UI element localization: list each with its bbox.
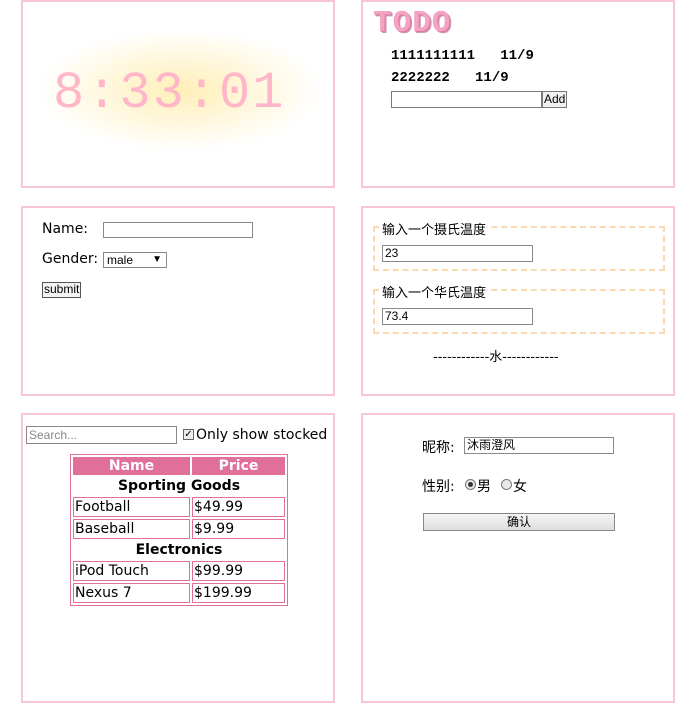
celsius-input[interactable]: 23 (382, 245, 533, 262)
user-form-panel: Name: Gender: male ▼ submit (21, 206, 335, 396)
column-header-name: Name (73, 457, 191, 475)
category-row: Electronics (73, 541, 285, 559)
table-row: Football $49.99 (73, 497, 285, 517)
chevron-down-icon: ▼ (152, 254, 162, 265)
todo-item-text: 1111111111 (391, 48, 476, 64)
stocked-checkbox[interactable]: ✓ (183, 429, 194, 440)
stocked-label: Only show stocked (196, 427, 328, 443)
nickname-input[interactable]: 沐雨澄风 (464, 437, 614, 454)
product-price: $99.99 (192, 561, 285, 581)
table-row: Nexus 7 $199.99 (73, 583, 285, 603)
table-header-row: Name Price (73, 457, 285, 475)
gender-label: Gender: (42, 251, 99, 267)
product-name: Nexus 7 (73, 583, 191, 603)
product-price: $9.99 (192, 519, 285, 539)
confirm-button[interactable]: 确认 (423, 513, 615, 531)
gender-label: 性别: (422, 479, 455, 495)
product-table: Name Price Sporting Goods Football $49.9… (70, 454, 288, 606)
todo-item: 2222222 11/9 (391, 70, 509, 86)
category-row: Sporting Goods (73, 477, 285, 495)
search-input[interactable]: Search... (26, 426, 177, 444)
fahrenheit-input[interactable]: 73.4 (382, 308, 533, 325)
category-label: Electronics (135, 542, 223, 558)
product-name: Baseball (73, 519, 191, 539)
celsius-fieldset: 输入一个摄氏温度 23 (373, 219, 665, 271)
todo-panel: TODO 1111111111 11/9 2222222 11/9 Add (361, 0, 675, 188)
clock-panel: 8:33:01 (21, 0, 335, 188)
profile-panel: 昵称: 沐雨澄风 性别: 男 女 确认 (361, 413, 675, 703)
product-price: $199.99 (192, 583, 285, 603)
temperature-panel: 输入一个摄氏温度 23 输入一个华氏温度 73.4 ------------水-… (361, 206, 675, 396)
category-label: Sporting Goods (117, 478, 241, 494)
table-row: iPod Touch $99.99 (73, 561, 285, 581)
todo-item-date: 11/9 (475, 70, 509, 86)
todo-item: 1111111111 11/9 (391, 48, 534, 64)
gender-radio-male[interactable] (465, 479, 476, 490)
product-name: Football (73, 497, 191, 517)
todo-item-date: 11/9 (500, 48, 534, 64)
gender-option-female: 女 (513, 479, 527, 495)
column-header-price: Price (192, 457, 285, 475)
boiling-verdict: ------------水------------ (433, 350, 559, 365)
submit-button[interactable]: submit (42, 282, 82, 298)
product-table-panel: Search... ✓ Only show stocked Name Price… (21, 413, 335, 703)
gender-selected-value: male (107, 253, 134, 267)
fahrenheit-legend: 输入一个华氏温度 (381, 282, 488, 301)
gender-option-male: 男 (477, 479, 491, 495)
name-label: Name: (42, 221, 89, 237)
gender-select[interactable]: male ▼ (103, 252, 167, 268)
gender-radio-female[interactable] (501, 479, 512, 490)
product-price: $49.99 (192, 497, 285, 517)
todo-title: TODO (373, 6, 452, 41)
product-name: iPod Touch (73, 561, 191, 581)
table-row: Baseball $9.99 (73, 519, 285, 539)
clock-time: 8:33:01 (53, 64, 286, 123)
todo-item-text: 2222222 (391, 70, 450, 86)
name-input[interactable] (103, 222, 253, 238)
nickname-label: 昵称: (422, 440, 455, 456)
fahrenheit-fieldset: 输入一个华氏温度 73.4 (373, 282, 665, 334)
add-button[interactable]: Add (542, 91, 568, 108)
celsius-legend: 输入一个摄氏温度 (381, 219, 488, 238)
todo-input[interactable] (391, 91, 542, 108)
